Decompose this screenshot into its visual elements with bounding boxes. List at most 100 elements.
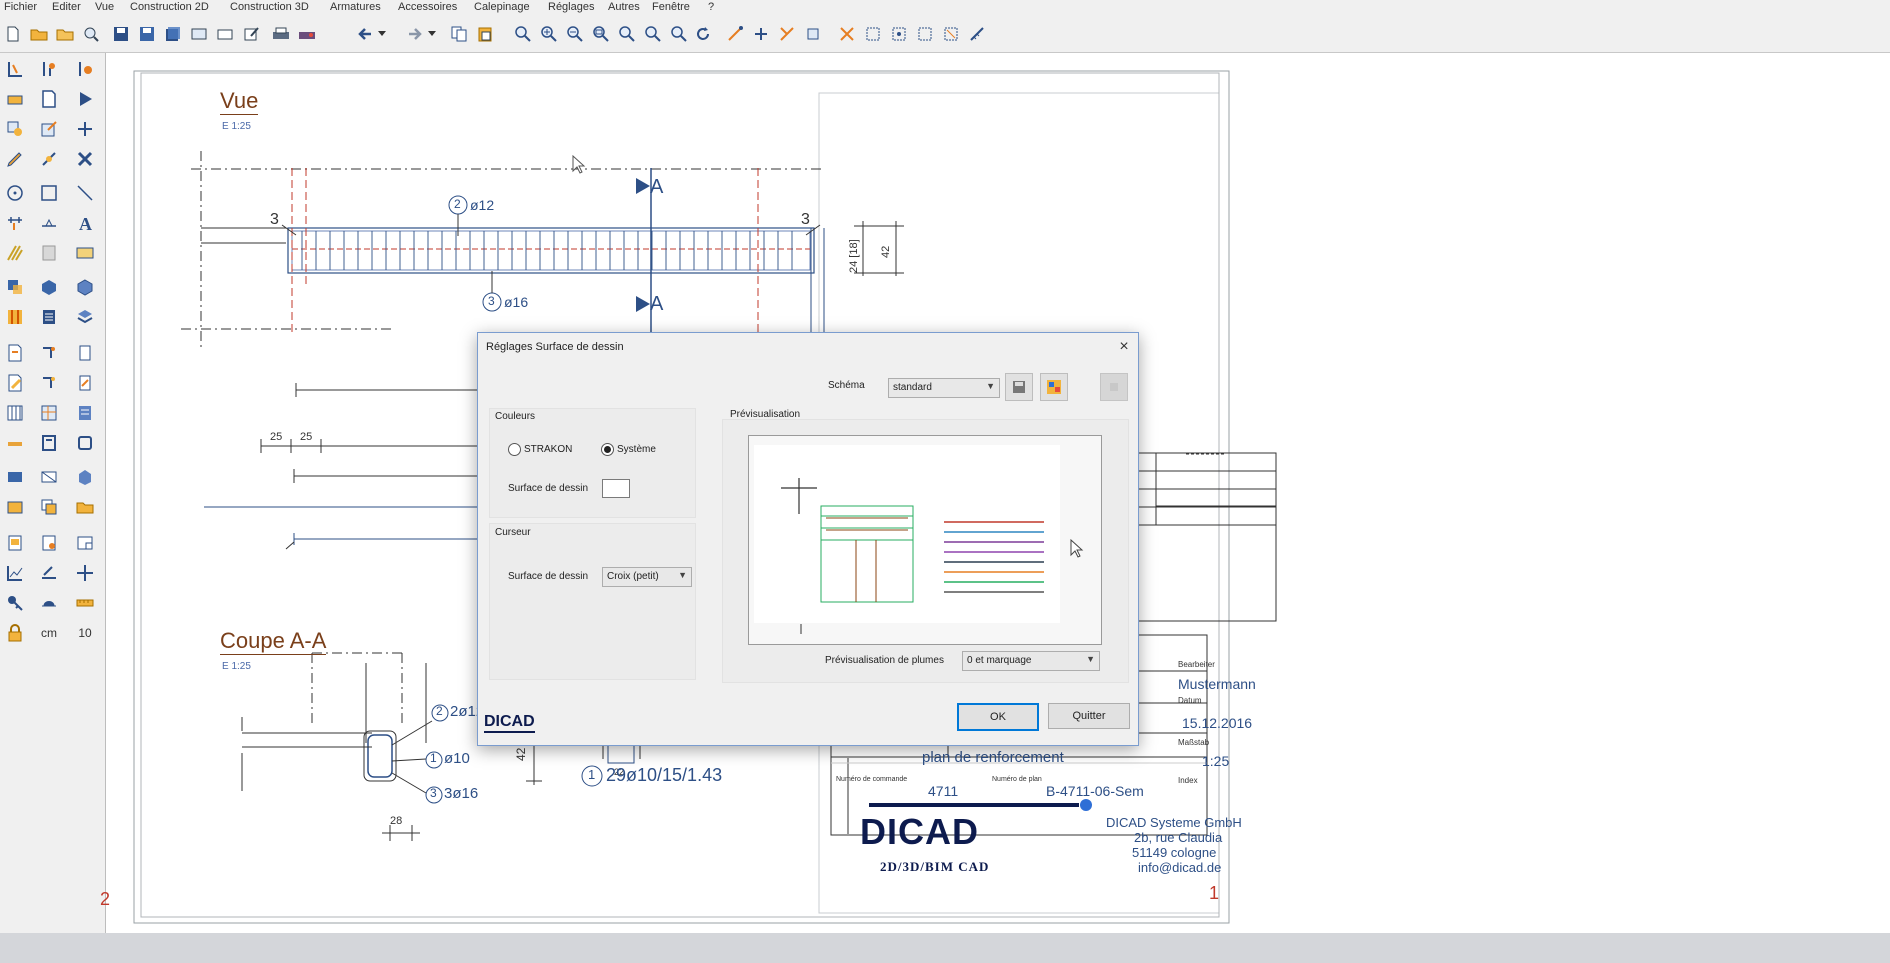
dialog-close-button[interactable]: × — [1110, 333, 1138, 361]
key-icon[interactable] — [0, 589, 30, 617]
wall-opening-icon[interactable] — [70, 55, 100, 83]
schedule-folder-icon[interactable] — [70, 493, 100, 521]
edit-sheet-icon[interactable] — [240, 23, 262, 45]
zoom-previous-icon[interactable] — [642, 23, 664, 45]
component-edit-icon[interactable] — [34, 463, 64, 491]
section-cut-icon[interactable] — [34, 559, 64, 587]
stirrup-group-icon[interactable] — [34, 429, 64, 457]
zoom-all-icon[interactable] — [616, 23, 638, 45]
component-3d-icon[interactable] — [70, 463, 100, 491]
redo-icon[interactable] — [404, 23, 426, 45]
mesh-layout-icon[interactable] — [34, 399, 64, 427]
menu-accessoires[interactable]: Accessoires — [398, 1, 457, 13]
text-icon[interactable]: A — [70, 209, 100, 237]
menu-reglages[interactable]: Réglages — [548, 1, 594, 13]
pattern-icon[interactable] — [34, 239, 64, 267]
reinforcement-grid-icon[interactable] — [0, 303, 30, 331]
layer-icon[interactable] — [0, 273, 30, 301]
menu-fichier[interactable]: Fichier — [4, 1, 37, 13]
save-as-icon[interactable] — [162, 23, 184, 45]
menu-fenetre[interactable]: Fenêtre — [652, 1, 690, 13]
ok-button[interactable]: OK — [957, 703, 1039, 731]
bar-new-icon[interactable] — [0, 339, 30, 367]
graph-icon[interactable] — [0, 559, 30, 587]
bar-note-icon[interactable] — [70, 369, 100, 397]
redo-dropdown-icon[interactable] — [426, 23, 438, 45]
snap-endpoint-icon[interactable] — [724, 23, 746, 45]
undo-icon[interactable] — [354, 23, 376, 45]
sheet-place-icon[interactable] — [34, 529, 64, 557]
select-window-icon[interactable] — [862, 23, 884, 45]
menu-calepinage[interactable]: Calepinage — [474, 1, 530, 13]
zoom-window-icon[interactable] — [590, 23, 612, 45]
menu-editer[interactable]: Editer — [52, 1, 81, 13]
zoom-in-icon[interactable] — [538, 23, 560, 45]
sheet-frame-icon[interactable] — [70, 529, 100, 557]
line-icon[interactable] — [70, 179, 100, 207]
paste-icon[interactable] — [474, 23, 496, 45]
component-icon[interactable] — [0, 463, 30, 491]
mesh-schedule-icon[interactable] — [70, 399, 100, 427]
menu-armatures[interactable]: Armatures — [330, 1, 381, 13]
modify-element-icon[interactable] — [34, 115, 64, 143]
rectangle-icon[interactable] — [34, 179, 64, 207]
radio-systeme[interactable] — [601, 443, 614, 456]
circle-icon[interactable] — [0, 179, 30, 207]
new-file-icon[interactable] — [2, 23, 24, 45]
open-folder-icon[interactable] — [28, 23, 50, 45]
image-icon[interactable] — [70, 239, 100, 267]
stirrup-icon[interactable] — [0, 429, 30, 457]
stack-icon[interactable] — [70, 303, 100, 331]
menu-construction-3d[interactable]: Construction 3D — [230, 1, 309, 13]
sheet-new-icon[interactable] — [0, 529, 30, 557]
menu-construction-2d[interactable]: Construction 2D — [130, 1, 209, 13]
measure-icon[interactable] — [966, 23, 988, 45]
select-all-icon[interactable] — [888, 23, 910, 45]
crosshair-icon[interactable] — [70, 559, 100, 587]
schedule-new-icon[interactable] — [0, 493, 30, 521]
preview-pens-select[interactable]: 0 et marquage ▼ — [962, 651, 1100, 671]
pencil-icon[interactable] — [0, 145, 30, 173]
play-icon[interactable] — [70, 85, 100, 113]
plot-icon[interactable] — [296, 23, 318, 45]
mesh-icon[interactable] — [0, 399, 30, 427]
rotate-icon[interactable] — [34, 145, 64, 173]
cursor-type-select[interactable]: Croix (petit) ▼ — [602, 567, 692, 587]
menu-vue[interactable]: Vue — [95, 1, 114, 13]
bar-sheet-icon[interactable] — [70, 339, 100, 367]
schema-select[interactable]: standard ▼ — [888, 378, 1000, 398]
find-file-icon[interactable] — [80, 23, 102, 45]
level-dimension-icon[interactable] — [34, 209, 64, 237]
dimension-icon[interactable] — [0, 209, 30, 237]
layout-icon[interactable] — [214, 23, 236, 45]
schema-color-button[interactable] — [1040, 373, 1068, 401]
document-icon[interactable] — [34, 85, 64, 113]
solid-icon[interactable] — [70, 273, 100, 301]
zoom-icon[interactable] — [512, 23, 534, 45]
move-icon[interactable] — [70, 115, 100, 143]
save-icon[interactable] — [110, 23, 132, 45]
undo-dropdown-icon[interactable] — [376, 23, 388, 45]
copy-icon[interactable] — [448, 23, 470, 45]
snap-perpendicular-icon[interactable] — [802, 23, 824, 45]
bar-bend-icon[interactable] — [34, 369, 64, 397]
list-icon[interactable] — [34, 303, 64, 331]
select-filter-icon[interactable] — [940, 23, 962, 45]
schedule-copy-icon[interactable] — [34, 493, 64, 521]
schema-save-button[interactable] — [1005, 373, 1033, 401]
delete-icon[interactable] — [70, 145, 100, 173]
print-preview-icon[interactable] — [188, 23, 210, 45]
zoom-page-icon[interactable] — [668, 23, 690, 45]
frame-icon[interactable] — [70, 429, 100, 457]
select-cross-icon[interactable] — [836, 23, 858, 45]
zoom-out-icon[interactable] — [564, 23, 586, 45]
regenerate-icon[interactable] — [692, 23, 714, 45]
slab-icon[interactable] — [0, 85, 30, 113]
snap-midpoint-icon[interactable] — [750, 23, 772, 45]
wall-axis-icon[interactable] — [34, 55, 64, 83]
save-all-icon[interactable] — [136, 23, 158, 45]
bar-shape-icon[interactable] — [34, 339, 64, 367]
ruler-icon[interactable] — [70, 589, 100, 617]
select-polygon-icon[interactable] — [914, 23, 936, 45]
scale-10-button[interactable]: 10 — [70, 619, 100, 647]
